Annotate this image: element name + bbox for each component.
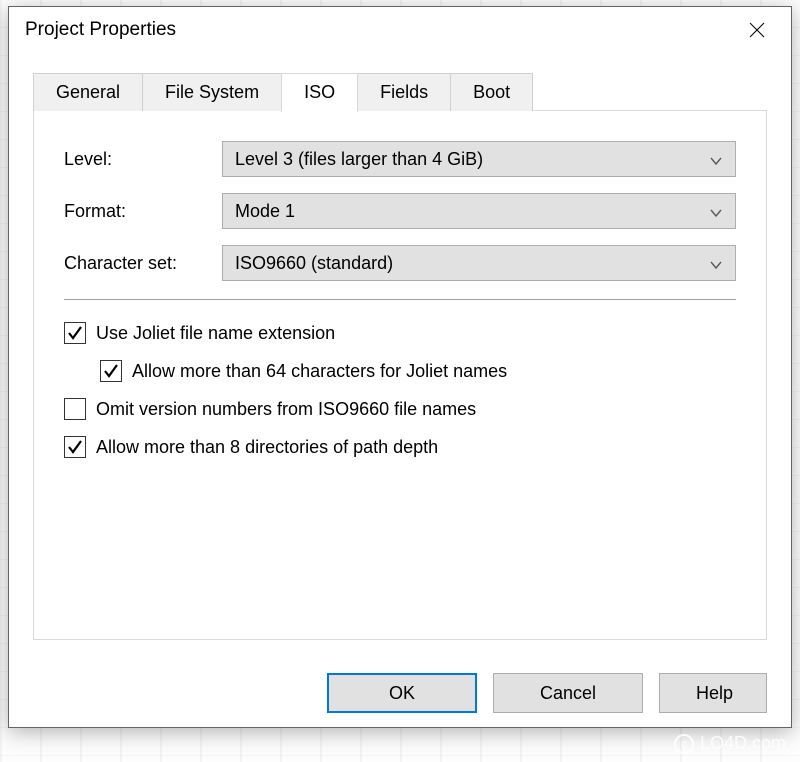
- label-level: Level:: [64, 149, 222, 170]
- button-row: OK Cancel Help: [327, 673, 767, 713]
- combo-level[interactable]: Level 3 (files larger than 4 GiB): [222, 141, 736, 177]
- checkbox-omit-label: Omit version numbers from ISO9660 file n…: [96, 399, 476, 420]
- tab-general[interactable]: General: [33, 73, 143, 111]
- label-charset: Character set:: [64, 253, 222, 274]
- close-icon: [749, 22, 765, 38]
- combo-format[interactable]: Mode 1: [222, 193, 736, 229]
- combo-charset[interactable]: ISO9660 (standard): [222, 245, 736, 281]
- tab-panel-iso: Level: Level 3 (files larger than 4 GiB)…: [33, 110, 767, 640]
- dialog-title: Project Properties: [25, 19, 176, 41]
- ok-button[interactable]: OK: [327, 673, 477, 713]
- chevron-down-icon: [709, 152, 723, 166]
- content-area: General File System ISO Fields Boot Leve…: [9, 53, 791, 641]
- project-properties-dialog: Project Properties General File System I…: [8, 6, 792, 728]
- checkbox-depth[interactable]: Allow more than 8 directories of path de…: [64, 436, 736, 458]
- help-button[interactable]: Help: [659, 673, 767, 713]
- checkbox-icon: [100, 360, 122, 382]
- checkbox-icon: [64, 436, 86, 458]
- tab-strip: General File System ISO Fields Boot: [33, 73, 767, 111]
- cancel-button[interactable]: Cancel: [493, 673, 643, 713]
- close-button[interactable]: [737, 14, 777, 46]
- checkbox-icon: [64, 398, 86, 420]
- combo-level-value: Level 3 (files larger than 4 GiB): [235, 149, 483, 170]
- tab-fields[interactable]: Fields: [357, 73, 451, 111]
- chevron-down-icon: [709, 256, 723, 270]
- copyright-icon: c: [674, 734, 694, 754]
- combo-charset-value: ISO9660 (standard): [235, 253, 393, 274]
- checkbox-joliet64-label: Allow more than 64 characters for Joliet…: [132, 361, 507, 382]
- row-level: Level: Level 3 (files larger than 4 GiB): [64, 141, 736, 177]
- divider: [64, 299, 736, 300]
- checkbox-omit[interactable]: Omit version numbers from ISO9660 file n…: [64, 398, 736, 420]
- checkbox-joliet64[interactable]: Allow more than 64 characters for Joliet…: [100, 360, 736, 382]
- titlebar: Project Properties: [9, 7, 791, 53]
- tab-boot[interactable]: Boot: [450, 73, 533, 111]
- checkbox-joliet[interactable]: Use Joliet file name extension: [64, 322, 736, 344]
- label-format: Format:: [64, 201, 222, 222]
- tab-iso[interactable]: ISO: [281, 73, 358, 112]
- combo-format-value: Mode 1: [235, 201, 295, 222]
- checkbox-depth-label: Allow more than 8 directories of path de…: [96, 437, 438, 458]
- watermark-text: LO4D.com: [700, 733, 786, 754]
- watermark: c LO4D.com: [674, 733, 786, 754]
- row-format: Format: Mode 1: [64, 193, 736, 229]
- chevron-down-icon: [709, 204, 723, 218]
- checkbox-icon: [64, 322, 86, 344]
- checkbox-joliet-label: Use Joliet file name extension: [96, 323, 335, 344]
- row-charset: Character set: ISO9660 (standard): [64, 245, 736, 281]
- tab-file-system[interactable]: File System: [142, 73, 282, 111]
